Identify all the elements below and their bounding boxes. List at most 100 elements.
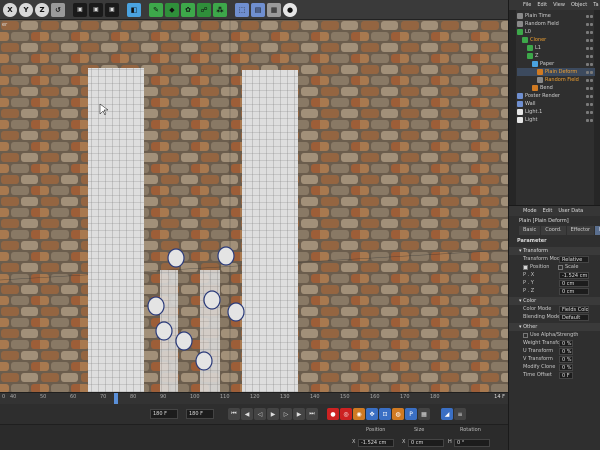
visibility-dots[interactable] <box>586 86 593 90</box>
object-row[interactable]: Z <box>517 52 595 60</box>
menu-user-data[interactable]: User Data <box>558 208 583 214</box>
rotation-h-field[interactable]: 0 ° <box>454 439 490 447</box>
object-row[interactable]: Wall <box>517 100 595 108</box>
visibility-dots[interactable] <box>586 102 593 106</box>
color-section[interactable]: ▾ Color <box>509 297 600 305</box>
use-alpha-checkbox[interactable] <box>523 332 528 338</box>
scene-icon[interactable]: ⁂ <box>213 2 227 17</box>
render-view-icon[interactable]: ▣ <box>73 2 87 17</box>
object-row[interactable]: L1 <box>517 44 595 52</box>
next-frame-icon[interactable]: ▷ <box>280 408 292 420</box>
menu-object[interactable]: Object <box>571 2 587 8</box>
menu-edit[interactable]: Edit <box>537 2 547 8</box>
param-value-field[interactable]: 0 F <box>559 371 573 379</box>
blending-mode-dropdown[interactable]: Default <box>559 313 589 321</box>
keyframe-selection-icon[interactable]: ◉ <box>353 408 365 420</box>
visibility-dots[interactable] <box>586 54 593 58</box>
param-value-field[interactable]: 0 % <box>559 339 573 347</box>
play-icon[interactable]: ▶ <box>267 408 279 420</box>
tab-effector[interactable]: Effector <box>566 226 595 235</box>
deformer-icon[interactable]: ☍ <box>197 2 211 17</box>
visibility-dots[interactable] <box>586 118 593 122</box>
tab-parameter-active[interactable]: Pa <box>595 226 600 235</box>
viewport[interactable]: er <box>0 20 508 392</box>
animation-layout-icon[interactable]: ◢ <box>441 408 453 420</box>
menu-tags[interactable]: Ta <box>593 2 598 8</box>
cube-icon[interactable]: ◧ <box>127 2 141 17</box>
object-row[interactable]: Plain Deform <box>517 68 595 76</box>
timeline[interactable]: 0 40 50 60 70 80 90 100 110 120 130 140 … <box>0 392 508 405</box>
prev-frame-icon[interactable]: ◁ <box>254 408 266 420</box>
scale-checkbox[interactable] <box>558 264 563 270</box>
visibility-dots[interactable] <box>586 46 593 50</box>
array-icon[interactable]: ✿ <box>181 2 195 17</box>
object-row[interactable]: L0 <box>517 28 595 36</box>
pz-field[interactable]: 0 cm <box>559 287 589 295</box>
pla-key-icon[interactable]: ▦ <box>418 408 430 420</box>
object-row[interactable]: Random Field <box>517 20 595 28</box>
visibility-dots[interactable] <box>586 70 593 74</box>
position-checkbox[interactable] <box>523 264 528 270</box>
transform-mode-dropdown[interactable]: Relative <box>559 255 589 263</box>
visibility-dots[interactable] <box>586 110 593 114</box>
menu-view[interactable]: View <box>553 2 565 8</box>
render-settings-icon[interactable]: ▣ <box>105 2 119 17</box>
py-field[interactable]: 0 cm <box>559 279 589 287</box>
visibility-dots[interactable] <box>586 62 593 66</box>
prev-key-icon[interactable]: ◀ <box>241 408 253 420</box>
light-icon[interactable]: ● <box>283 2 297 17</box>
position-x-field[interactable]: -1.524 cm <box>358 439 394 447</box>
object-row[interactable]: Poster Render <box>517 92 595 100</box>
other-section[interactable]: ▾ Other <box>509 323 600 331</box>
visibility-dots[interactable] <box>586 78 593 82</box>
object-row[interactable]: Bend <box>517 84 595 92</box>
object-row[interactable]: Paper <box>517 60 595 68</box>
menu-mode[interactable]: Mode <box>523 208 537 214</box>
param-value-field[interactable]: 0 % <box>559 355 573 363</box>
visibility-dots[interactable] <box>586 14 593 18</box>
transform-section[interactable]: ▾ Transform <box>509 247 600 255</box>
go-to-end-icon[interactable]: ⏭ <box>306 408 318 420</box>
visibility-dots[interactable] <box>586 94 593 98</box>
spline-icon[interactable]: ✎ <box>149 2 163 17</box>
size-x-field[interactable]: 0 cm <box>408 439 444 447</box>
object-row[interactable]: Light <box>517 116 595 124</box>
rotate-key-icon[interactable]: ◍ <box>392 408 404 420</box>
move-key-icon[interactable]: ✥ <box>366 408 378 420</box>
object-row[interactable]: Cloner <box>517 36 595 44</box>
param-value-field[interactable]: 0 % <box>559 363 573 371</box>
object-row[interactable]: Plain Time <box>517 12 595 20</box>
background-icon[interactable]: ▦ <box>267 2 281 17</box>
x-axis-button[interactable]: X <box>3 2 17 17</box>
parameter-key-icon[interactable]: P <box>405 408 417 420</box>
next-key-icon[interactable]: ▶ <box>293 408 305 420</box>
end-frame-field[interactable]: 180 F <box>186 409 214 419</box>
menu-file[interactable]: File <box>523 2 531 8</box>
tab-coord[interactable]: Coord. <box>541 226 566 235</box>
camera-icon[interactable]: ⬚ <box>235 2 249 17</box>
size-x-label: X <box>402 439 406 445</box>
timeline-settings-icon[interactable]: ≡ <box>454 408 466 420</box>
y-axis-button[interactable]: Y <box>19 2 33 17</box>
z-axis-button[interactable]: Z <box>35 2 49 17</box>
floor-icon[interactable]: ▤ <box>251 2 265 17</box>
visibility-dots[interactable] <box>586 30 593 34</box>
color-mode-dropdown[interactable]: Fields Color <box>559 305 589 313</box>
object-row[interactable]: Light.1 <box>517 108 595 116</box>
go-to-start-icon[interactable]: ⏮ <box>228 408 240 420</box>
scale-key-icon[interactable]: ⊡ <box>379 408 391 420</box>
param-value-field[interactable]: 0 % <box>559 347 573 355</box>
px-field[interactable]: -1.524 cm <box>559 271 589 279</box>
visibility-dots[interactable] <box>586 22 593 26</box>
tab-basic[interactable]: Basic <box>519 226 541 235</box>
start-frame-field[interactable]: 180 F <box>150 409 178 419</box>
render-icon[interactable]: ▣ <box>89 2 103 17</box>
nurbs-icon[interactable]: ◆ <box>165 2 179 17</box>
timeline-tick: 170 <box>400 394 410 400</box>
undo-icon[interactable]: ↺ <box>51 2 65 17</box>
menu-edit[interactable]: Edit <box>543 208 553 214</box>
record-icon[interactable]: ● <box>327 408 339 420</box>
autokey-icon[interactable]: ◎ <box>340 408 352 420</box>
object-row[interactable]: Random Field <box>517 76 595 84</box>
visibility-dots[interactable] <box>586 38 593 42</box>
